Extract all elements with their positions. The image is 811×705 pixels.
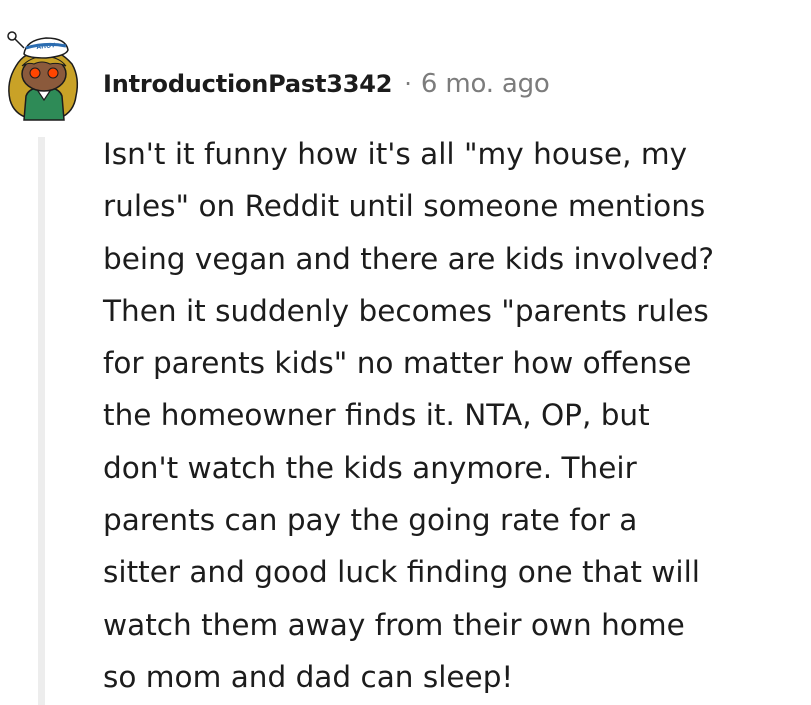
comment-body-line: the homeowner finds it. NTA, OP, but [103, 398, 650, 433]
avatar-antenna [7, 31, 17, 41]
comment-body-line: rules" on Reddit until someone mentions [103, 189, 706, 224]
comment-body-line: Then it suddenly becomes "parents rules [103, 293, 709, 328]
thread-collapse-line[interactable] [38, 137, 45, 705]
username-link[interactable]: IntroductionPast3342 [103, 70, 392, 98]
comment-body-line: sitter and good luck finding one that wi… [103, 555, 701, 590]
comment-body-line: don't watch the kids anymore. Their [103, 450, 637, 485]
comment-body-line: Isn't it funny how it's all "my house, m… [103, 137, 688, 171]
comment: AHOY IntroductionPast3342 · 6 mo. ago Is… [0, 0, 811, 705]
comment-body-line: parents can pay the going rate for a [103, 503, 638, 538]
comment-body-line: so mom and dad can sleep! [103, 659, 514, 694]
avatar-eye-right [47, 67, 59, 79]
snoo-sailor-avatar-icon[interactable]: AHOY [2, 26, 86, 122]
comment-body: Isn't it funny how it's all "my house, m… [103, 128, 793, 703]
comment-body-line: being vegan and there are kids involved? [103, 241, 715, 276]
comment-meta: IntroductionPast3342 · 6 mo. ago [103, 66, 550, 102]
comment-body-line: for parents kids" no matter how offense [103, 346, 692, 381]
comment-timestamp[interactable]: 6 mo. ago [421, 69, 550, 99]
comment-body-line: watch them away from their own home [103, 607, 685, 642]
meta-separator: · [404, 70, 412, 98]
avatar-eye-left [29, 67, 41, 79]
